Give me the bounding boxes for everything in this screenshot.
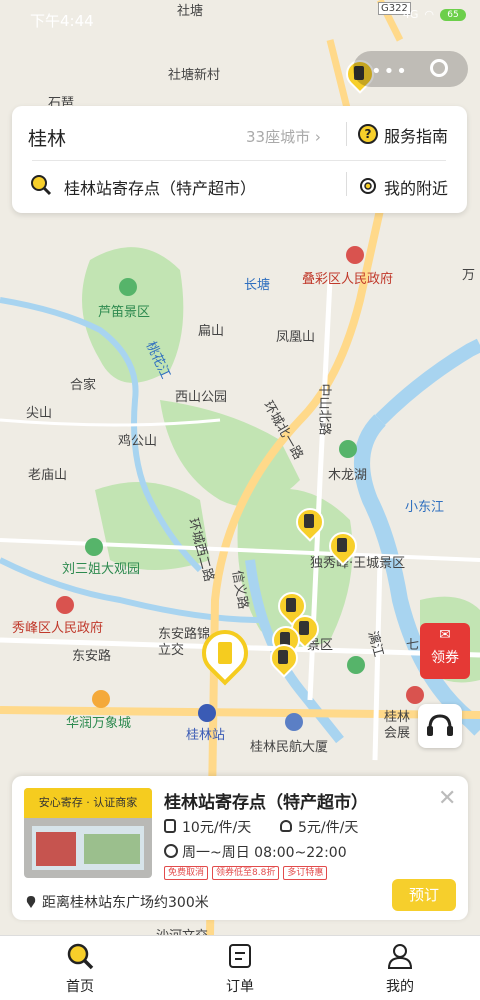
map-label: 西山公园 <box>175 390 228 405</box>
train-station-icon[interactable] <box>198 704 216 722</box>
city-selector[interactable]: 桂林 <box>28 124 66 151</box>
park-poi-icon[interactable] <box>85 538 103 556</box>
government-poi-icon[interactable] <box>56 596 74 614</box>
park-poi-icon[interactable] <box>347 656 365 674</box>
tag-list: 免费取消 领券低至8.8折 多订特惠 <box>164 866 328 880</box>
distance-text: 距离桂林站东广场约300米 <box>42 895 209 911</box>
park-poi-icon[interactable] <box>119 278 137 296</box>
map-label: 鸡公山 <box>118 434 158 449</box>
map-label: 桂林站 <box>186 728 226 743</box>
map-label: 刘三姐大观园 <box>62 562 141 577</box>
map-label: 尖山 <box>26 406 53 421</box>
shop-photo: 安心寄存 · 认证商家 <box>24 788 152 878</box>
map-label: 木龙湖 <box>328 468 368 483</box>
tag-badge: 领券低至8.8折 <box>212 866 280 880</box>
coupon-button[interactable]: ✉ 领券 <box>420 623 470 679</box>
map-label: 小东江 <box>405 500 445 515</box>
map-label: 桂林会展 <box>384 710 411 741</box>
map-label: 扁山 <box>198 324 225 339</box>
headset-icon <box>427 714 453 736</box>
divider <box>346 172 347 196</box>
status-time: 下午4:44 <box>30 12 94 30</box>
tab-label: 订单 <box>226 979 254 995</box>
city-count-link[interactable]: 33座城市 › <box>246 126 321 147</box>
miniprogram-capsule[interactable]: ••• <box>353 51 468 87</box>
opening-hours: 周一~周日 08:00~22:00 <box>182 845 347 861</box>
map-label: 桂林民航大厦 <box>250 740 329 755</box>
search-card: 桂林 33座城市 › ? 服务指南 桂林站寄存点（特产超市） 我的附近 <box>12 106 467 213</box>
map-label: 合家 <box>70 378 97 393</box>
status-bar: 下午4:44 4G ◠ 65 <box>0 0 480 36</box>
map-label: 七 <box>406 638 420 653</box>
divider <box>346 122 347 146</box>
map-label: 中山北路 <box>316 383 332 436</box>
price-large-luggage: 10元/件/天 <box>182 820 252 836</box>
park-poi-icon[interactable] <box>339 440 357 458</box>
order-icon <box>229 944 251 968</box>
search-input[interactable]: 桂林站寄存点（特产超市） <box>64 175 256 199</box>
luggage-pin-icon[interactable] <box>323 526 363 566</box>
divider <box>32 160 446 161</box>
customer-service-button[interactable] <box>418 704 462 748</box>
map-label: 万 <box>462 268 476 283</box>
battery-icon: 65 <box>440 8 466 21</box>
close-miniprogram-icon[interactable] <box>430 59 448 77</box>
clock-icon <box>164 844 178 858</box>
building-poi-icon[interactable] <box>285 713 303 731</box>
map-label: 华润万象城 <box>66 716 132 731</box>
mall-poi-icon[interactable] <box>92 690 110 708</box>
luggage-icon <box>164 819 176 833</box>
tab-home[interactable]: 首页 <box>40 936 120 1000</box>
user-icon <box>387 944 413 969</box>
wifi-icon: ◠ <box>424 8 434 21</box>
photo-banner: 安心寄存 · 认证商家 <box>24 788 152 818</box>
location-pin-icon <box>26 896 36 908</box>
network-label: 4G <box>402 8 419 21</box>
nearby-button[interactable]: 我的附近 <box>384 175 448 199</box>
service-guide-button[interactable]: 服务指南 <box>384 123 448 147</box>
map-label: 独秀峰·王城景区 <box>310 556 406 571</box>
book-button[interactable]: 预订 <box>392 879 456 911</box>
close-icon[interactable]: ✕ <box>438 786 456 811</box>
tag-badge: 免费取消 <box>164 866 209 880</box>
selected-luggage-pin-icon[interactable] <box>192 620 258 688</box>
shop-card[interactable]: 安心寄存 · 认证商家 桂林站寄存点（特产超市） ✕ 10元/件/天 5元/件/… <box>12 776 468 920</box>
search-icon <box>31 175 52 196</box>
locate-icon[interactable] <box>358 176 378 196</box>
map-label: 沙河文交 <box>156 925 208 935</box>
building-poi-icon[interactable] <box>406 686 424 704</box>
map-label: 老庙山 <box>28 468 68 483</box>
tab-bar: 首页 订单 我的 <box>0 935 480 1000</box>
map-label: 凤凰山 <box>276 330 316 345</box>
luggage-pin-icon[interactable] <box>264 638 304 678</box>
map-label: 芦笛景区 <box>98 305 151 320</box>
map-label: 东安路 <box>72 649 112 664</box>
tab-label: 我的 <box>386 979 414 995</box>
tab-profile[interactable]: 我的 <box>360 936 440 1000</box>
luggage-pin-icon[interactable] <box>290 502 330 542</box>
tab-orders[interactable]: 订单 <box>200 936 280 1000</box>
more-icon[interactable]: ••• <box>371 61 409 82</box>
bag-icon <box>280 820 292 832</box>
red-envelope-icon: ✉ <box>439 627 451 643</box>
map-label: 秀峰区人民政府 <box>12 621 104 636</box>
search-icon <box>67 943 94 970</box>
tag-badge: 多订特惠 <box>283 866 328 880</box>
map-label: 社塘新村 <box>168 68 221 83</box>
government-poi-icon[interactable] <box>346 246 364 264</box>
map-label: 叠彩区人民政府 <box>302 272 394 287</box>
price-small-luggage: 5元/件/天 <box>298 820 359 836</box>
map-label: 长塘 <box>244 278 271 293</box>
shop-title: 桂林站寄存点（特产超市） <box>164 793 368 813</box>
coupon-label: 领券 <box>431 650 459 666</box>
help-icon[interactable]: ? <box>358 124 378 144</box>
tab-label: 首页 <box>66 979 94 995</box>
